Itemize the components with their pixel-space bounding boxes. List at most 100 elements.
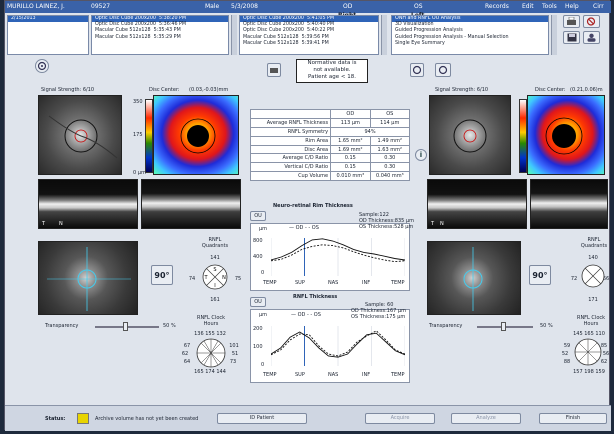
od-signal-strength: Signal Strength: 6/10 bbox=[41, 87, 95, 93]
os-vertical-bscan[interactable] bbox=[530, 179, 608, 229]
os-horizontal-bscan[interactable]: TN bbox=[427, 179, 527, 229]
menu-edit[interactable]: Edit bbox=[522, 3, 534, 10]
os-thickness-map[interactable] bbox=[527, 95, 605, 175]
od-clock-title: RNFL Clock Hours bbox=[196, 315, 226, 327]
menu-help[interactable]: Help bbox=[565, 3, 579, 10]
os-scan-row[interactable]: Macular Cube 512x128 5:39:41 PM bbox=[240, 41, 378, 47]
od-transparency-thumb[interactable] bbox=[123, 322, 128, 331]
os-scan-list[interactable]: Optic Disc Cube 200x200 5:41:05 PM Optic… bbox=[239, 15, 379, 55]
od-clock-left2: 62 bbox=[181, 351, 189, 357]
os-quad-temporal: 72 bbox=[570, 276, 578, 282]
table-row: Vertical C/D Ratio 0.15 0.30 bbox=[249, 162, 411, 173]
patient-sex: Male bbox=[205, 3, 220, 10]
os-view-options-icon[interactable] bbox=[435, 63, 451, 77]
table-row: Average RNFL Thickness 113 µm 114 µm bbox=[249, 117, 411, 128]
analysis-item[interactable]: Single Eye Summary bbox=[392, 41, 548, 47]
rnfl-summary-table: OD OS Average RNFL Thickness 113 µm 114 µm … bbox=[249, 109, 411, 182]
od-clock-right2: 51 bbox=[231, 351, 239, 357]
os-quadrant-chart bbox=[581, 264, 605, 288]
od-clock-left1: 67 bbox=[183, 343, 191, 349]
status-label: Status: bbox=[45, 416, 66, 422]
exam-date[interactable]: 2/15/2013 bbox=[8, 16, 88, 23]
svg-text:I: I bbox=[214, 283, 215, 289]
rnfl-os-thickness: OS Thickness:175 µm bbox=[351, 314, 406, 320]
ou-print-icon[interactable] bbox=[267, 63, 281, 77]
od-slo-image[interactable] bbox=[38, 241, 138, 315]
os-clock-left1: 59 bbox=[563, 343, 571, 349]
rim-chart-title: Neuro-retinal Rim Thickness bbox=[273, 203, 353, 209]
od-scale-top: 350 bbox=[133, 99, 143, 105]
os-clock-bottom: 157 198 159 bbox=[573, 369, 605, 375]
rnfl-chart-title: RNFL Thickness bbox=[293, 294, 338, 300]
od-scan-scrollbar[interactable] bbox=[231, 15, 237, 55]
od-scale-bottom: 0 µm bbox=[133, 170, 146, 176]
rim-os-thickness: OS Thickness:528 µm bbox=[359, 224, 414, 230]
ou-overlay-icon[interactable] bbox=[410, 63, 424, 77]
acquire-button[interactable]: Acquire bbox=[365, 413, 435, 424]
analyze-button[interactable]: Analyze bbox=[451, 413, 521, 424]
od-thickness-map[interactable] bbox=[153, 95, 239, 175]
rim-chart bbox=[271, 238, 405, 276]
rim-legend-od: — OD - - OS bbox=[289, 225, 319, 231]
rim-tick: 0 bbox=[261, 270, 265, 276]
info-icon[interactable]: i bbox=[415, 149, 427, 161]
patient-icon[interactable] bbox=[583, 31, 600, 44]
ou-rnfl-button[interactable]: OU bbox=[250, 297, 266, 307]
os-disc-center-value: (0.21,0.06)m bbox=[570, 87, 603, 93]
os-angle-button[interactable]: 90° bbox=[529, 265, 551, 285]
review-icon[interactable] bbox=[583, 15, 600, 28]
od-quad-inferior: 161 bbox=[210, 297, 220, 303]
od-color-scale bbox=[145, 99, 153, 173]
od-scan-list[interactable]: Optic Disc Cube 200x200 5:38:20 PM Optic… bbox=[91, 15, 229, 55]
rim-x-tick: TEMP bbox=[263, 280, 277, 286]
od-clock-bottom: 165 174 144 bbox=[194, 369, 226, 375]
rim-x-tick: SUP bbox=[295, 280, 305, 286]
analysis-list[interactable]: ONH and RNFL OU Analysis 3D Visualizatio… bbox=[391, 15, 549, 55]
od-quadrants-title: RNFL Quadrants bbox=[201, 237, 229, 249]
os-clock-chart bbox=[574, 338, 602, 366]
exam-date-list[interactable]: 2/15/2013 bbox=[7, 15, 89, 55]
status-indicator bbox=[77, 413, 89, 424]
os-color-scale bbox=[519, 99, 527, 173]
od-fundus-image[interactable] bbox=[38, 95, 122, 175]
rnfl-x-tick: SUP bbox=[295, 372, 305, 378]
od-scan-row[interactable]: Macular Cube 512x128 5:35:29 PM bbox=[92, 35, 228, 41]
rim-tick: 800 bbox=[253, 238, 263, 244]
rim-tick: 400 bbox=[253, 254, 263, 260]
os-fundus-image[interactable] bbox=[429, 95, 511, 175]
os-scan-scrollbar[interactable] bbox=[381, 15, 387, 55]
od-view-options-icon[interactable] bbox=[35, 59, 49, 73]
id-patient-button[interactable]: ID Patient bbox=[217, 413, 307, 424]
normative-data-note: Normative data is not available. Patient… bbox=[296, 59, 368, 83]
table-row: RNFL Symmetry 94% bbox=[249, 126, 410, 137]
finish-button[interactable]: Finish bbox=[539, 413, 607, 424]
od-horizontal-bscan[interactable]: TN bbox=[38, 179, 138, 229]
rim-x-tick: NAS bbox=[328, 280, 339, 286]
rim-chart-panel: Sample:122 OD Thickness:835 µm OS Thickn… bbox=[250, 212, 414, 291]
rnfl-x-tick: NAS bbox=[328, 372, 339, 378]
os-transparency-thumb[interactable] bbox=[501, 322, 506, 331]
rim-x-tick: TEMP bbox=[391, 280, 405, 286]
menu-records[interactable]: Records bbox=[485, 3, 509, 10]
save-icon[interactable] bbox=[563, 31, 580, 44]
od-disc-center-value: (0.03,-0.03)mm bbox=[189, 87, 229, 93]
od-clock-right3: 73 bbox=[229, 359, 237, 365]
os-transparency-label: Transparency bbox=[429, 323, 463, 329]
os-slo-image[interactable] bbox=[427, 241, 521, 315]
os-label: OS bbox=[414, 3, 423, 10]
table-header-od: OD bbox=[330, 109, 371, 119]
table-row: Disc Area 1.69 mm² 1.63 mm² bbox=[249, 144, 411, 155]
od-quad-nasal: 75 bbox=[234, 276, 242, 282]
od-angle-button[interactable]: 90° bbox=[151, 265, 173, 285]
title-bar: MURILLO LAINEZ, J. 09527 Male 5/3/2008 O… bbox=[5, 1, 611, 13]
print-icon[interactable] bbox=[563, 15, 580, 28]
svg-text:N: N bbox=[222, 275, 226, 281]
od-vertical-bscan[interactable] bbox=[141, 179, 241, 229]
ou-rim-button[interactable]: OU bbox=[250, 211, 266, 221]
od-clock-left3: 64 bbox=[183, 359, 191, 365]
menu-tools[interactable]: Tools bbox=[542, 3, 557, 10]
normative-line: Normative data is bbox=[307, 60, 357, 66]
analysis-scrollbar[interactable] bbox=[551, 15, 557, 55]
os-clock-title: RNFL Clock Hours bbox=[576, 315, 606, 327]
od-quad-temporal: 74 bbox=[188, 276, 196, 282]
